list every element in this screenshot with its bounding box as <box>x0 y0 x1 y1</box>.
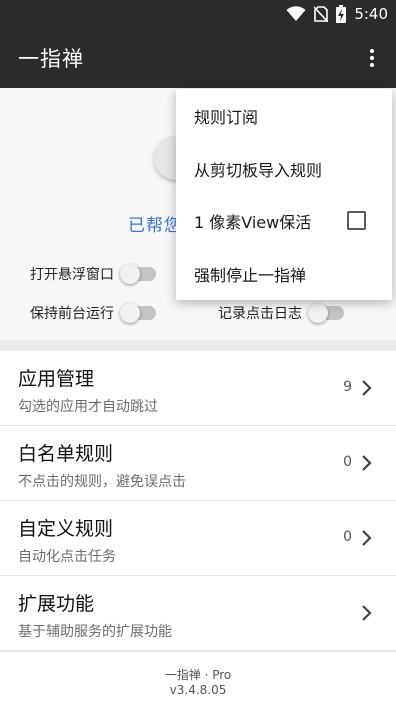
list-item-count: 0 <box>343 454 352 470</box>
list-item-count: 9 <box>343 379 352 395</box>
floating-window-setting: 打开悬浮窗口 <box>30 264 156 284</box>
list-item-title: 扩展功能 <box>18 593 95 615</box>
status-time: 5:40 <box>354 5 388 23</box>
overflow-menu: 规则订阅 从剪切板导入规则 1 像素View保活 强制停止一指禅 <box>176 89 392 300</box>
chevron-right-icon <box>362 455 372 471</box>
list-item-title: 自定义规则 <box>18 518 114 540</box>
menu-item-subscribe-rules[interactable]: 规则订阅 <box>176 90 392 143</box>
list-item-count: 0 <box>343 529 352 545</box>
status-icons: 5:40 <box>286 4 388 24</box>
list-item-subtitle: 自动化点击任务 <box>18 549 116 565</box>
floating-window-label: 打开悬浮窗口 <box>30 267 114 283</box>
status-bar: 5:40 <box>0 0 396 28</box>
keep-foreground-switch[interactable] <box>120 303 156 323</box>
battery-charging-icon <box>336 5 347 23</box>
keep-foreground-label: 保持前台运行 <box>30 306 114 322</box>
keepalive-checkbox[interactable] <box>347 211 366 230</box>
list-item-extensions[interactable]: 扩展功能 基于辅助服务的扩展功能 <box>0 576 396 651</box>
menu-item-label: 从剪切板导入规则 <box>194 160 323 180</box>
wifi-icon <box>286 6 306 21</box>
footer: 一指禅 · Pro v3.4.8.05 <box>0 652 396 704</box>
menu-item-import-clipboard[interactable]: 从剪切板导入规则 <box>176 143 392 196</box>
log-clicks-setting: 记录点击日志 <box>218 303 344 323</box>
floating-window-switch[interactable] <box>120 264 156 284</box>
list-item-custom-rules[interactable]: 自定义规则 自动化点击任务 0 <box>0 501 396 576</box>
chevron-right-icon <box>362 530 372 546</box>
chevron-right-icon <box>362 380 372 396</box>
list-item-subtitle: 不点击的规则，避免误点击 <box>18 474 186 490</box>
no-sim-icon <box>314 6 329 22</box>
helped-count-text: 已帮您 <box>128 216 182 236</box>
footer-app-name: 一指禅 · Pro <box>164 668 232 682</box>
app-title: 一指禅 <box>18 47 84 71</box>
footer-version: v3.4.8.05 <box>169 683 227 697</box>
more-vert-icon[interactable] <box>362 46 382 70</box>
list-item-title: 应用管理 <box>18 368 95 390</box>
menu-item-force-stop[interactable]: 强制停止一指禅 <box>176 248 392 301</box>
menu-item-keepalive-view[interactable]: 1 像素View保活 <box>176 195 392 248</box>
list-item-subtitle: 基于辅助服务的扩展功能 <box>18 624 172 640</box>
list-item-title: 白名单规则 <box>18 443 114 465</box>
chevron-right-icon <box>362 605 372 621</box>
feature-list: 应用管理 勾选的应用才自动跳过 9 白名单规则 不点击的规则，避免误点击 0 自… <box>0 351 396 651</box>
log-clicks-label: 记录点击日志 <box>218 306 302 322</box>
list-item-app-management[interactable]: 应用管理 勾选的应用才自动跳过 9 <box>0 351 396 426</box>
menu-item-label: 规则订阅 <box>194 108 259 128</box>
list-item-whitelist[interactable]: 白名单规则 不点击的规则，避免误点击 0 <box>0 426 396 501</box>
keep-foreground-setting: 保持前台运行 <box>30 303 156 323</box>
app-bar: 一指禅 <box>0 28 396 88</box>
log-clicks-switch[interactable] <box>308 303 344 323</box>
menu-item-label: 1 像素View保活 <box>194 213 312 233</box>
menu-item-label: 强制停止一指禅 <box>194 265 307 285</box>
list-item-subtitle: 勾选的应用才自动跳过 <box>18 399 158 415</box>
